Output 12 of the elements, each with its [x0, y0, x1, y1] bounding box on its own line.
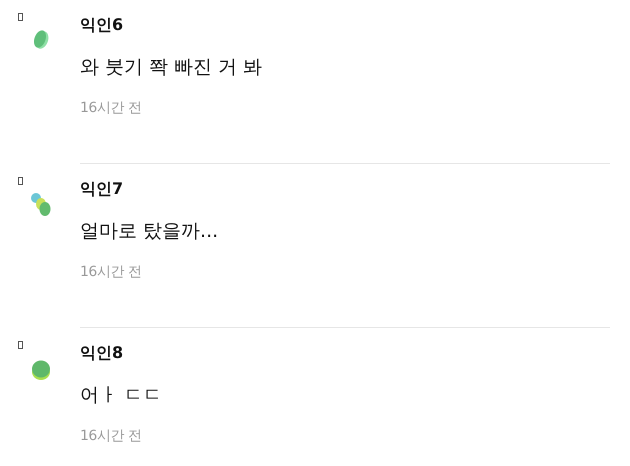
comment-text: 와 붓기 쫙 빠진 거 봐: [80, 55, 264, 80]
missing-image-icon: [18, 177, 23, 185]
comment-text: 얼마로 탔을까...: [80, 219, 220, 244]
timestamp: 16시간 전: [80, 99, 142, 118]
timestamp: 16시간 전: [80, 427, 142, 446]
missing-image-icon: [18, 13, 23, 21]
missing-image-icon: [18, 341, 23, 349]
author-name: 익인8: [80, 342, 124, 364]
author-name: 익인6: [80, 14, 124, 36]
timestamp: 16시간 전: [80, 263, 142, 282]
comment-text: 어ㅏ ㄷㄷ: [80, 383, 164, 408]
author-name: 익인7: [80, 178, 124, 200]
